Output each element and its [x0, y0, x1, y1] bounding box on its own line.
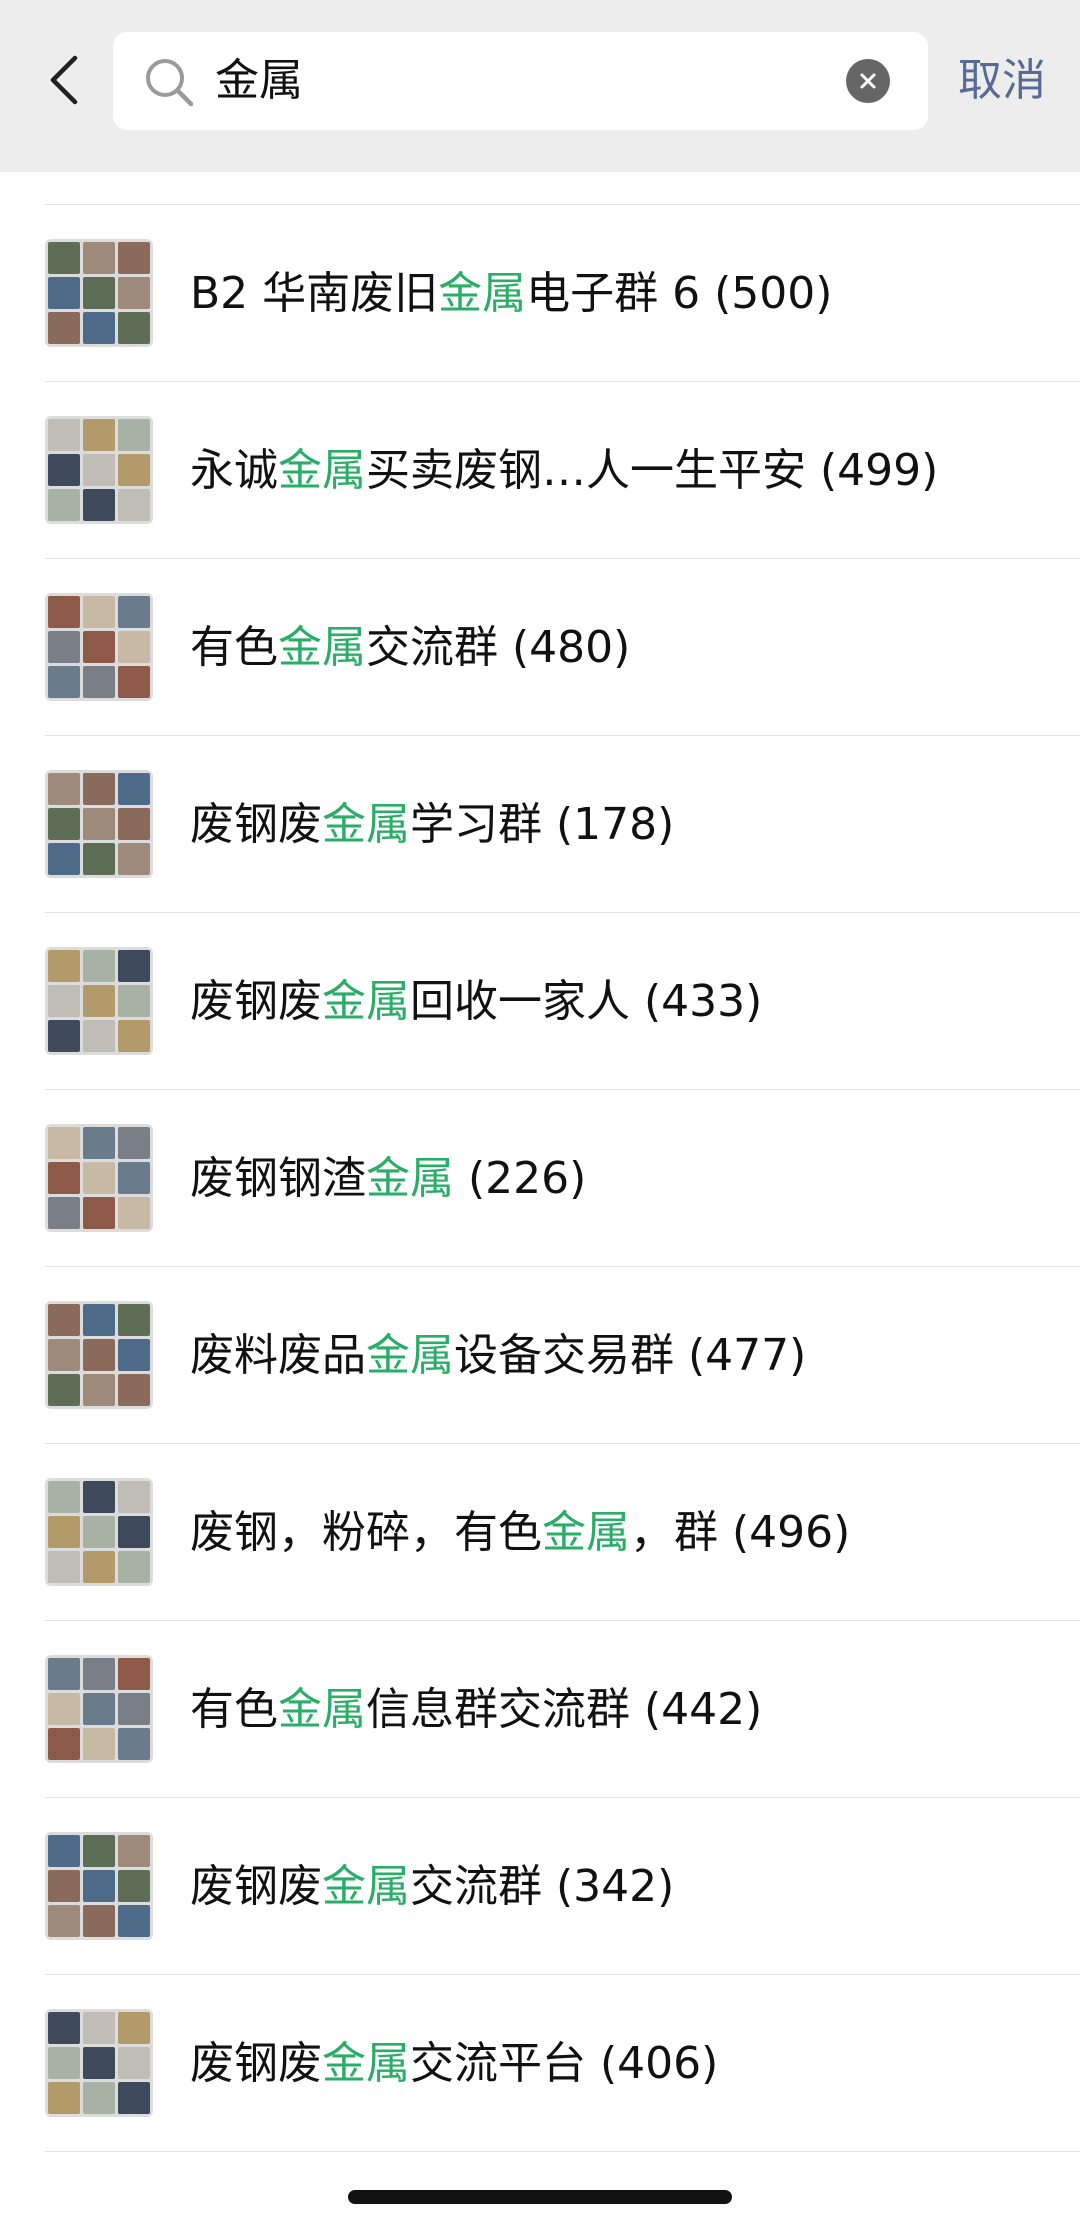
group-result-row[interactable]: 废料废品金属设备交易群 (477) — [0, 1267, 1080, 1444]
group-avatar — [45, 1831, 153, 1940]
chevron-left-icon — [50, 55, 78, 105]
group-name: 有色金属信息群交流群 (442) — [190, 1621, 762, 1798]
group-name: 废料废品金属设备交易群 (477) — [190, 1267, 806, 1444]
group-avatar — [45, 1654, 153, 1763]
group-result-row[interactable]: 有色金属信息群交流群 (442) — [0, 1621, 1080, 1798]
group-avatar — [45, 592, 153, 701]
search-header: 金属 取消 — [0, 0, 1080, 172]
group-name-suffix: 交流群 (342) — [410, 1861, 675, 1912]
group-name: B2 华南废旧金属电子群 6 (500) — [190, 205, 832, 382]
group-result-row[interactable]: 废钢废金属交流平台 (406) — [0, 1975, 1080, 2152]
group-name-keyword-highlight: 金属 — [278, 1684, 366, 1735]
group-name-suffix: 学习群 (178) — [410, 799, 675, 850]
back-button[interactable] — [30, 40, 100, 120]
group-name-keyword-highlight: 金属 — [322, 2038, 410, 2089]
group-result-row[interactable]: 废钢钢渣金属 (226) — [0, 1090, 1080, 1267]
group-name-prefix: 有色 — [190, 1684, 278, 1735]
group-name: 有色金属交流群 (480) — [190, 559, 630, 736]
group-name: 废钢废金属交流群 (342) — [190, 1798, 674, 1975]
search-icon — [146, 59, 194, 107]
home-indicator — [348, 2190, 732, 2204]
group-name-keyword-highlight: 金属 — [278, 622, 366, 673]
group-avatar — [45, 1123, 153, 1232]
group-avatar — [45, 1300, 153, 1409]
group-name-suffix: 回收一家人 (433) — [410, 976, 763, 1027]
group-name-prefix: 废钢，粉碎，有色 — [190, 1507, 542, 1558]
group-name-keyword-highlight: 金属 — [278, 445, 366, 496]
group-name-prefix: 有色 — [190, 622, 278, 673]
group-avatar — [45, 238, 153, 347]
group-avatar — [45, 1477, 153, 1586]
group-result-row[interactable]: 废钢，粉碎，有色金属，群 (496) — [0, 1444, 1080, 1621]
group-name: 废钢废金属回收一家人 (433) — [190, 913, 762, 1090]
group-name-prefix: B2 华南废旧 — [190, 268, 439, 319]
group-name: 废钢废金属学习群 (178) — [190, 736, 674, 913]
group-name: 废钢，粉碎，有色金属，群 (496) — [190, 1444, 850, 1621]
screen: 金属 取消 金属材料交流群 (315)B2 华南废旧金属电子群 6 (500)永… — [0, 0, 1080, 2226]
group-name-suffix: 交流群 (480) — [366, 622, 631, 673]
group-name-suffix: 交流平台 (406) — [410, 2038, 719, 2089]
search-input[interactable]: 金属 — [113, 32, 928, 130]
group-result-row[interactable]: 废钢废金属回收一家人 (433) — [0, 913, 1080, 1090]
group-name: 永诚金属买卖废钢…人一生平安 (499) — [190, 382, 938, 559]
close-icon — [860, 73, 876, 89]
group-name-suffix: 电子群 6 (500) — [526, 268, 833, 319]
group-name-prefix: 废料废品 — [190, 1330, 366, 1381]
group-name-keyword-highlight: 金属 — [438, 268, 527, 319]
search-query[interactable]: 金属 — [215, 32, 303, 130]
group-name-keyword-highlight: 金属 — [366, 1330, 454, 1381]
group-name-keyword-highlight: 金属 — [322, 799, 410, 850]
group-name-suffix: 设备交易群 (477) — [454, 1330, 807, 1381]
group-name-prefix: 废钢废 — [190, 976, 322, 1027]
group-name-suffix: (226) — [454, 1153, 587, 1204]
group-avatar — [45, 415, 153, 524]
group-result-row[interactable]: 废钢废金属学习群 (178) — [0, 736, 1080, 913]
group-result-row[interactable]: 有色金属交流群 (480) — [0, 559, 1080, 736]
group-name-suffix: 信息群交流群 (442) — [366, 1684, 763, 1735]
group-name-prefix: 永诚 — [190, 445, 278, 496]
group-name: 废钢废金属交流平台 (406) — [190, 1975, 718, 2152]
group-name-suffix: ，群 (496) — [630, 1507, 851, 1558]
group-name-prefix: 废钢废 — [190, 2038, 322, 2089]
group-name-keyword-highlight: 金属 — [542, 1507, 630, 1558]
group-name-prefix: 废钢钢渣 — [190, 1153, 366, 1204]
group-name-keyword-highlight: 金属 — [322, 976, 410, 1027]
search-results-list: 金属材料交流群 (315)B2 华南废旧金属电子群 6 (500)永诚金属买卖废… — [0, 61, 1080, 2152]
group-avatar — [45, 769, 153, 878]
group-name: 废钢钢渣金属 (226) — [190, 1090, 586, 1267]
group-name-keyword-highlight: 金属 — [322, 1861, 410, 1912]
group-avatar — [45, 946, 153, 1055]
group-result-row[interactable]: B2 华南废旧金属电子群 6 (500) — [0, 205, 1080, 382]
group-name-keyword-highlight: 金属 — [366, 1153, 454, 1204]
group-result-row[interactable]: 废钢废金属交流群 (342) — [0, 1798, 1080, 1975]
clear-search-button[interactable] — [846, 59, 890, 103]
group-name-suffix: 买卖废钢…人一生平安 (499) — [366, 445, 939, 496]
cancel-button[interactable]: 取消 — [958, 32, 1046, 130]
group-avatar — [45, 2008, 153, 2117]
group-result-row[interactable]: 永诚金属买卖废钢…人一生平安 (499) — [0, 382, 1080, 559]
group-name-prefix: 废钢废 — [190, 799, 322, 850]
group-name-prefix: 废钢废 — [190, 1861, 322, 1912]
